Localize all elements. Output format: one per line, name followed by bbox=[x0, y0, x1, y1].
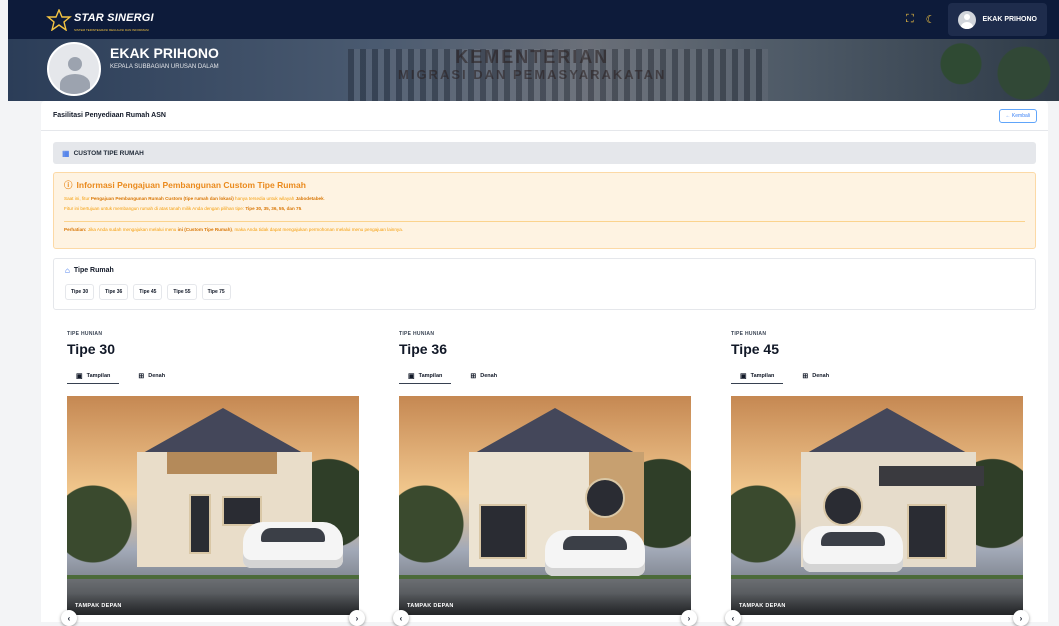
chip-tipe-30[interactable]: Tipe 30 bbox=[65, 284, 95, 300]
info-line-1: Saat ini, fitur Pengajuan Pembangunan Ru… bbox=[64, 196, 325, 201]
building-icon: ▦ bbox=[62, 148, 70, 158]
house-tabs: ▣ Tampilan ⊞ Denah bbox=[731, 368, 1023, 384]
photo-roof bbox=[807, 408, 967, 453]
house-kicker: TIPE HUNIAN bbox=[731, 331, 767, 337]
info-warning: Perhatian: Jika Anda sudah mengajukan me… bbox=[64, 227, 404, 232]
house-photo: TAMPAK DEPAN bbox=[399, 396, 691, 615]
tab-denah[interactable]: ⊞ Denah bbox=[793, 368, 838, 384]
house-types-box: ⌂ Tipe Rumah Tipe 30 Tipe 36 Tipe 45 Tip… bbox=[53, 258, 1036, 310]
tab-denah[interactable]: ⊞ Denah bbox=[129, 368, 174, 384]
photo-round-window bbox=[585, 478, 625, 518]
photo-window bbox=[222, 496, 262, 526]
card-header: Fasilitasi Penyediaan Rumah ASN ← Kembal… bbox=[41, 101, 1048, 131]
page-title: Fasilitasi Penyediaan Rumah ASN bbox=[53, 112, 166, 119]
chip-tipe-36[interactable]: Tipe 36 bbox=[99, 284, 129, 300]
user-menu[interactable]: EKAK PRIHONO bbox=[947, 3, 1047, 36]
house-photo: TAMPAK DEPAN bbox=[731, 396, 1023, 615]
house-type-chips: Tipe 30 Tipe 36 Tipe 45 Tipe 55 Tipe 75 bbox=[65, 284, 1024, 300]
section-title: CUSTOM TIPE RUMAH bbox=[73, 149, 144, 157]
house-kicker: TIPE HUNIAN bbox=[67, 331, 103, 337]
photo-label: TAMPAK DEPAN bbox=[75, 603, 122, 609]
divider bbox=[64, 221, 1025, 222]
profile-role: KEPALA SUBBAGIAN URUSAN DALAM bbox=[110, 64, 219, 70]
house-name: Tipe 45 bbox=[731, 341, 779, 357]
photo-round-window bbox=[823, 486, 863, 526]
section-header: ▦ CUSTOM TIPE RUMAH bbox=[53, 142, 1036, 164]
tab-tampilan[interactable]: ▣ Tampilan bbox=[731, 368, 784, 384]
chip-tipe-45[interactable]: Tipe 45 bbox=[133, 284, 163, 300]
brand-tagline: SISTEM TERINTEGRASI REGULASI DAN INFORMA… bbox=[74, 27, 149, 32]
house-tabs: ▣ Tampilan ⊞ Denah bbox=[399, 368, 691, 384]
banner-building-sign: KEMENTERIAN MIGRASI DAN PEMASYARAKATAN bbox=[398, 47, 667, 82]
info-line-2: Fitur ini bertujuan untuk membangun ruma… bbox=[64, 206, 303, 211]
house-name: Tipe 36 bbox=[399, 341, 447, 357]
photo-door bbox=[189, 494, 211, 554]
prev-arrow-button[interactable]: ‹ bbox=[61, 610, 77, 626]
brand-logo[interactable]: STAR SINERGI SISTEM TERINTEGRASI REGULAS… bbox=[46, 8, 154, 32]
photo-window bbox=[479, 504, 527, 559]
top-navbar: STAR SINERGI SISTEM TERINTEGRASI REGULAS… bbox=[8, 0, 1059, 39]
image-icon: ▣ bbox=[76, 372, 83, 380]
photo-car bbox=[545, 530, 645, 576]
avatar bbox=[957, 10, 976, 29]
photo-wall-band bbox=[167, 452, 277, 474]
floorplan-icon: ⊞ bbox=[470, 373, 477, 380]
house-name: Tipe 30 bbox=[67, 341, 115, 357]
house-card-tipe-36: TIPE HUNIAN Tipe 36 ▣ Tampilan ⊞ Denah TAM… bbox=[393, 331, 697, 626]
photo-label: TAMPAK DEPAN bbox=[739, 603, 786, 609]
brand-name: STAR SINERGI bbox=[74, 11, 154, 24]
house-kicker: TIPE HUNIAN bbox=[399, 331, 435, 337]
house-tabs: ▣ Tampilan ⊞ Denah bbox=[67, 368, 359, 384]
house-types-title: ⌂ Tipe Rumah bbox=[65, 266, 114, 275]
prev-arrow-button[interactable]: ‹ bbox=[725, 610, 741, 626]
moon-icon[interactable]: ☾ bbox=[926, 13, 936, 26]
house-card-tipe-30: TIPE HUNIAN Tipe 30 ▣ Tampilan ⊞ Denah TAM… bbox=[61, 331, 365, 626]
tab-denah[interactable]: ⊞ Denah bbox=[461, 368, 506, 384]
star-icon bbox=[46, 8, 72, 31]
floorplan-icon: ⊞ bbox=[138, 373, 145, 380]
photo-car bbox=[803, 526, 903, 572]
house-card-tipe-45: TIPE HUNIAN Tipe 45 ▣ Tampilan ⊞ Denah TAM… bbox=[725, 331, 1029, 626]
info-title: ⓘ Informasi Pengajuan Pembangunan Custom… bbox=[64, 180, 306, 190]
photo-roof bbox=[475, 408, 635, 453]
tab-tampilan[interactable]: ▣ Tampilan bbox=[399, 368, 452, 384]
main-card: Fasilitasi Penyediaan Rumah ASN ← Kembal… bbox=[41, 101, 1048, 626]
chip-tipe-75[interactable]: Tipe 75 bbox=[201, 284, 231, 300]
home-icon: ⌂ bbox=[65, 266, 70, 275]
prev-arrow-button[interactable]: ‹ bbox=[393, 610, 409, 626]
profile-name: EKAK PRIHONO bbox=[110, 45, 219, 61]
banner-trees-image bbox=[919, 39, 1059, 101]
tab-tampilan[interactable]: ▣ Tampilan bbox=[67, 368, 120, 384]
next-arrow-button[interactable]: › bbox=[1013, 610, 1029, 626]
photo-label: TAMPAK DEPAN bbox=[407, 603, 454, 609]
back-button[interactable]: ← Kembali bbox=[998, 108, 1037, 123]
next-arrow-button[interactable]: › bbox=[681, 610, 697, 626]
next-arrow-button[interactable]: › bbox=[349, 610, 365, 626]
info-icon: ⓘ bbox=[64, 180, 73, 190]
info-alert: ⓘ Informasi Pengajuan Pembangunan Custom… bbox=[53, 172, 1036, 249]
image-icon: ▣ bbox=[740, 372, 747, 380]
expand-icon[interactable]: ⛶ bbox=[906, 13, 914, 26]
photo-wall-band bbox=[879, 466, 984, 486]
chip-tipe-55[interactable]: Tipe 55 bbox=[167, 284, 197, 300]
photo-window bbox=[907, 504, 947, 559]
profile-banner: KEMENTERIAN MIGRASI DAN PEMASYARAKATAN E… bbox=[8, 39, 1059, 101]
floorplan-icon: ⊞ bbox=[802, 373, 809, 380]
photo-roof bbox=[143, 408, 303, 453]
house-photo: TAMPAK DEPAN bbox=[67, 396, 359, 615]
user-name: EKAK PRIHONO bbox=[982, 16, 1037, 23]
image-icon: ▣ bbox=[408, 372, 415, 380]
profile-avatar bbox=[47, 42, 101, 96]
photo-car bbox=[243, 522, 343, 568]
